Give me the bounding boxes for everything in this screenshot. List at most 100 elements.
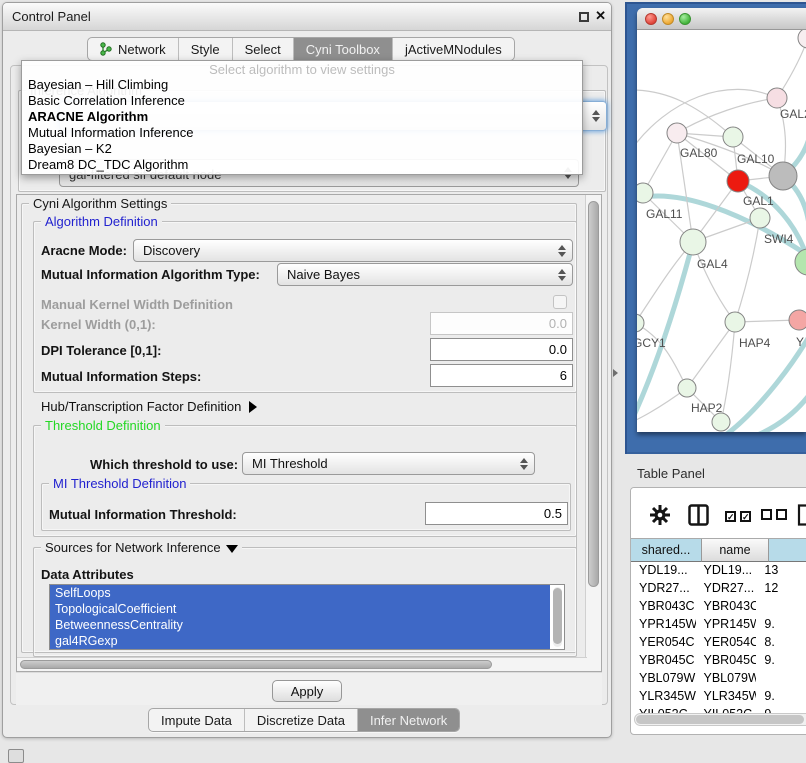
network-node[interactable]	[769, 162, 797, 190]
table-row[interactable]: YBR045CYBR045C9.	[631, 651, 806, 669]
table-row[interactable]: YDL19...YDL19...13	[631, 561, 806, 579]
table-row[interactable]: YDR27...YDR27...12	[631, 579, 806, 597]
checked-boxes-icon[interactable]: ✓✓	[725, 507, 755, 525]
algorithm-option[interactable]: Dream8 DC_TDC Algorithm	[22, 157, 582, 173]
popup-placeholder: Select algorithm to view settings	[22, 61, 582, 77]
scrollbar-thumb[interactable]	[20, 660, 492, 669]
network-node[interactable]	[767, 88, 787, 108]
dpi-tolerance-field[interactable]: 0.0	[430, 338, 573, 361]
network-node-label: GAL1	[743, 194, 774, 208]
which-threshold-combobox[interactable]: MI Threshold	[242, 452, 535, 475]
tab-select[interactable]: Select	[232, 38, 293, 60]
split-columns-icon[interactable]	[688, 504, 709, 526]
data-attribute-item[interactable]: gal4RGexp	[50, 633, 550, 649]
network-edge	[637, 196, 806, 258]
table-row[interactable]: YBL079WYBL079W	[631, 669, 806, 687]
hub-definition-label: Hub/Transcription Factor Definition	[41, 399, 241, 414]
settings-horizontal-scrollbar[interactable]	[17, 657, 587, 671]
network-node[interactable]	[637, 314, 644, 332]
network-node[interactable]	[798, 30, 806, 48]
network-node[interactable]	[667, 123, 687, 143]
tab-infer-network[interactable]: Infer Network	[357, 709, 459, 731]
scrollbar-thumb[interactable]	[636, 715, 804, 724]
kernel-width-field[interactable]: 0.0	[430, 312, 573, 335]
network-node[interactable]	[725, 312, 745, 332]
table-row[interactable]: YPR145WYPR145W9.	[631, 615, 806, 633]
algorithm-option[interactable]: Bayesian – K2	[22, 141, 582, 157]
mi-algorithm-type-combobox[interactable]: Naive Bayes	[277, 263, 573, 286]
table-horizontal-scrollbar[interactable]	[634, 713, 806, 726]
tab-style[interactable]: Style	[178, 38, 232, 60]
network-node[interactable]	[678, 379, 696, 397]
gear-icon[interactable]	[649, 504, 671, 526]
network-node[interactable]	[723, 127, 743, 147]
algorithm-option[interactable]: ARACNE Algorithm	[22, 109, 582, 125]
mi-threshold-field[interactable]: 0.5	[425, 502, 568, 525]
scrollbar-thumb[interactable]	[588, 201, 599, 587]
table-row[interactable]: YIL052CYIL052C9.	[631, 705, 806, 713]
settings-vertical-scrollbar[interactable]	[585, 195, 601, 671]
algorithm-option[interactable]: Mutual Information Inference	[22, 125, 582, 141]
splitter-arrow-icon[interactable]	[613, 369, 618, 377]
algorithm-option[interactable]: Bayesian – Hill Climbing	[22, 77, 582, 93]
minimize-traffic-light-icon[interactable]	[662, 13, 674, 25]
table-cell: 12	[756, 579, 806, 597]
table-cell: 8.	[756, 633, 806, 651]
close-icon[interactable]: ✕	[595, 8, 606, 24]
kernel-width-label: Kernel Width (0,1):	[41, 317, 156, 332]
tab-discretize-data[interactable]: Discretize Data	[244, 709, 357, 731]
network-node[interactable]	[712, 413, 730, 431]
network-node-label: GAL2	[780, 107, 806, 121]
table-header-row: shared...name	[631, 538, 806, 561]
network-edge	[721, 322, 735, 422]
control-panel-titlebar: Control Panel ✕	[3, 3, 611, 31]
close-traffic-light-icon[interactable]	[645, 13, 657, 25]
network-edge	[735, 218, 760, 322]
control-panel-title: Control Panel	[12, 9, 91, 24]
mi-steps-field[interactable]: 6	[430, 364, 573, 387]
tab-network[interactable]: Network	[88, 38, 178, 60]
network-canvas[interactable]: GAL2GAL80GAL10GAL1GAL11SWI4GAL4GCY1HAP4Y…	[637, 30, 806, 432]
network-node[interactable]	[727, 170, 749, 192]
table-cell: YPR145W	[696, 615, 757, 633]
float-window-icon[interactable]	[579, 12, 589, 22]
table-cell: YBR043C	[696, 597, 757, 615]
table-row[interactable]: YLR345WYLR345W9.	[631, 687, 806, 705]
data-attribute-item[interactable]: SelfLoops	[50, 585, 550, 601]
document-icon[interactable]	[797, 504, 806, 526]
data-attribute-item[interactable]: TopologicalCoefficient	[50, 601, 550, 617]
network-window-titlebar[interactable]	[637, 8, 806, 30]
network-node[interactable]	[637, 183, 653, 203]
network-node-label: Y	[796, 335, 804, 349]
collapsed-panel-icon[interactable]	[8, 749, 24, 763]
network-node[interactable]	[795, 249, 806, 275]
apply-button[interactable]: Apply	[272, 680, 342, 702]
sources-title[interactable]: Sources for Network Inference	[41, 540, 242, 555]
table-row[interactable]: YBR043CYBR043C	[631, 597, 806, 615]
tab-impute-data[interactable]: Impute Data	[149, 709, 244, 731]
network-node[interactable]	[680, 229, 706, 255]
mi-algorithm-type-label: Mutual Information Algorithm Type:	[41, 267, 260, 282]
list-scrollbar[interactable]	[553, 587, 562, 647]
column-header[interactable]	[769, 539, 806, 562]
tab-jactivemnodules[interactable]: jActiveMNodules	[392, 38, 514, 60]
manual-kernel-width-checkbox[interactable]	[553, 295, 567, 309]
table-row[interactable]: YER054CYER054C8.	[631, 633, 806, 651]
hub-definition-toggle[interactable]: Hub/Transcription Factor Definition	[41, 399, 257, 414]
algorithm-dropdown-popup: Select algorithm to view settings Bayesi…	[21, 60, 583, 175]
network-edge	[693, 242, 735, 322]
table-cell: YBR045C	[696, 651, 757, 669]
unchecked-boxes-icon[interactable]	[761, 507, 791, 525]
table-cell: YBR045C	[631, 651, 696, 669]
network-node[interactable]	[750, 208, 770, 228]
data-attribute-item[interactable]: BetweennessCentrality	[50, 617, 550, 633]
algorithm-option[interactable]: Basic Correlation Inference	[22, 93, 582, 109]
data-attributes-list[interactable]: SelfLoopsTopologicalCoefficientBetweenne…	[49, 584, 565, 650]
table-rows: YDL19...YDL19...13YDR27...YDR27...12YBR0…	[631, 561, 806, 713]
zoom-traffic-light-icon[interactable]	[679, 13, 691, 25]
column-header[interactable]: shared...	[631, 539, 702, 562]
aracne-mode-combobox[interactable]: Discovery	[133, 239, 573, 262]
tab-cyni-toolbox[interactable]: Cyni Toolbox	[293, 38, 392, 60]
network-node[interactable]	[789, 310, 806, 330]
column-header[interactable]: name	[702, 539, 769, 562]
